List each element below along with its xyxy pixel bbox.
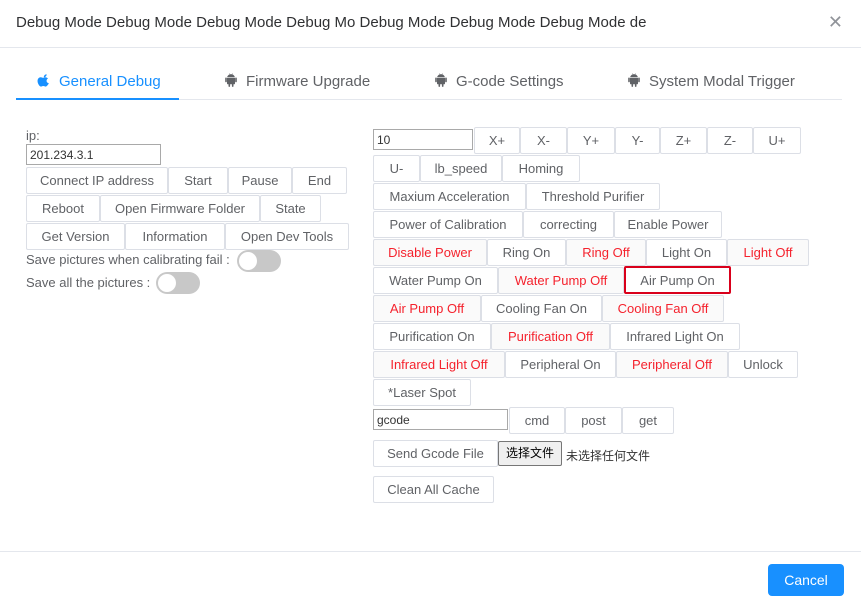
cooling-fan-off-button[interactable]: Cooling Fan Off <box>602 295 724 322</box>
x-plus-button[interactable]: X+ <box>474 127 520 154</box>
u-plus-button[interactable]: U+ <box>753 127 801 154</box>
android-icon <box>628 73 640 87</box>
apple-icon <box>37 74 49 87</box>
open-firmware-folder-button[interactable]: Open Firmware Folder <box>100 195 260 222</box>
information-button[interactable]: Information <box>125 223 225 250</box>
no-file-chosen-label: 未选择任何文件 <box>566 449 651 463</box>
infrared-light-on-button[interactable]: Infrared Light On <box>610 323 740 350</box>
debug-modal: Debug Mode Debug Mode Debug Mode Debug M… <box>0 0 861 606</box>
step-input[interactable] <box>373 129 473 150</box>
purification-off-button[interactable]: Purification Off <box>491 323 610 350</box>
disable-power-button[interactable]: Disable Power <box>373 239 487 266</box>
homing-button[interactable]: Homing <box>502 155 580 182</box>
tab-label: Firmware Upgrade <box>246 73 371 90</box>
tab-gcode-settings[interactable]: G-code Settings <box>434 64 564 100</box>
correcting-button[interactable]: correcting <box>523 211 614 238</box>
active-tab-indicator <box>16 98 179 100</box>
y-minus-button[interactable]: Y- <box>615 127 660 154</box>
post-button[interactable]: post <box>565 407 622 434</box>
start-button[interactable]: Start <box>168 167 228 194</box>
threshold-purifier-button[interactable]: Threshold Purifier <box>526 183 660 210</box>
water-pump-off-button[interactable]: Water Pump Off <box>498 267 624 294</box>
maxium-acceleration-button[interactable]: Maxium Acceleration <box>373 183 526 210</box>
cooling-fan-on-button[interactable]: Cooling Fan On <box>481 295 602 322</box>
modal-title: Debug Mode Debug Mode Debug Mode Debug M… <box>16 14 647 31</box>
peripheral-off-button[interactable]: Peripheral Off <box>616 351 728 378</box>
clean-all-cache-button[interactable]: Clean All Cache <box>373 476 494 503</box>
tab-general-debug[interactable]: General Debug <box>37 64 161 100</box>
peripheral-on-button[interactable]: Peripheral On <box>505 351 616 378</box>
air-pump-off-button[interactable]: Air Pump Off <box>373 295 481 322</box>
tab-system-modal-trigger[interactable]: System Modal Trigger <box>627 64 795 100</box>
lb-speed-button[interactable]: lb_speed <box>420 155 502 182</box>
tab-label: G-code Settings <box>456 73 564 90</box>
toggle-knob <box>158 274 176 292</box>
android-icon <box>435 73 447 87</box>
tab-firmware-upgrade[interactable]: Firmware Upgrade <box>224 64 370 100</box>
open-dev-tools-button[interactable]: Open Dev Tools <box>225 223 349 250</box>
x-minus-button[interactable]: X- <box>520 127 567 154</box>
z-plus-button[interactable]: Z+ <box>660 127 707 154</box>
gcode-input[interactable] <box>373 409 508 430</box>
enable-power-button[interactable]: Enable Power <box>614 211 722 238</box>
state-button[interactable]: State <box>260 195 321 222</box>
choose-file-button[interactable]: 选择文件 <box>498 441 562 466</box>
u-minus-button[interactable]: U- <box>373 155 420 182</box>
cancel-button[interactable]: Cancel <box>768 564 844 596</box>
get-version-button[interactable]: Get Version <box>26 223 125 250</box>
cmd-button[interactable]: cmd <box>509 407 565 434</box>
light-off-button[interactable]: Light Off <box>727 239 809 266</box>
tab-bar: General Debug Firmware Upgrade G-code Se… <box>16 64 842 100</box>
purification-on-button[interactable]: Purification On <box>373 323 491 350</box>
power-of-calibration-button[interactable]: Power of Calibration <box>373 211 523 238</box>
reboot-button[interactable]: Reboot <box>26 195 100 222</box>
ring-on-button[interactable]: Ring On <box>487 239 566 266</box>
toggle-knob <box>239 252 257 270</box>
save-fail-toggle[interactable] <box>237 250 281 272</box>
y-plus-button[interactable]: Y+ <box>567 127 615 154</box>
tab-label: System Modal Trigger <box>649 73 795 90</box>
save-all-toggle[interactable] <box>156 272 200 294</box>
tab-label: General Debug <box>59 73 161 90</box>
end-button[interactable]: End <box>292 167 347 194</box>
ip-label: ip: <box>26 128 40 143</box>
modal-footer: Cancel <box>0 551 861 606</box>
water-pump-on-button[interactable]: Water Pump On <box>373 267 498 294</box>
android-icon <box>225 73 237 87</box>
pause-button[interactable]: Pause <box>228 167 292 194</box>
close-icon[interactable]: ✕ <box>828 13 843 31</box>
ip-input[interactable] <box>26 144 161 165</box>
laser-spot-button[interactable]: *Laser Spot <box>373 379 471 406</box>
z-minus-button[interactable]: Z- <box>707 127 753 154</box>
save-all-label: Save all the pictures : <box>26 275 151 290</box>
unlock-button[interactable]: Unlock <box>728 351 798 378</box>
modal-header: Debug Mode Debug Mode Debug Mode Debug M… <box>0 0 861 48</box>
infrared-light-off-button[interactable]: Infrared Light Off <box>373 351 505 378</box>
get-button[interactable]: get <box>622 407 674 434</box>
send-gcode-file-button[interactable]: Send Gcode File <box>373 440 498 467</box>
ring-off-button[interactable]: Ring Off <box>566 239 646 266</box>
save-fail-label: Save pictures when calibrating fail : <box>26 252 230 267</box>
light-on-button[interactable]: Light On <box>646 239 727 266</box>
connect-ip-button[interactable]: Connect IP address <box>26 167 168 194</box>
air-pump-on-button[interactable]: Air Pump On <box>624 266 731 294</box>
